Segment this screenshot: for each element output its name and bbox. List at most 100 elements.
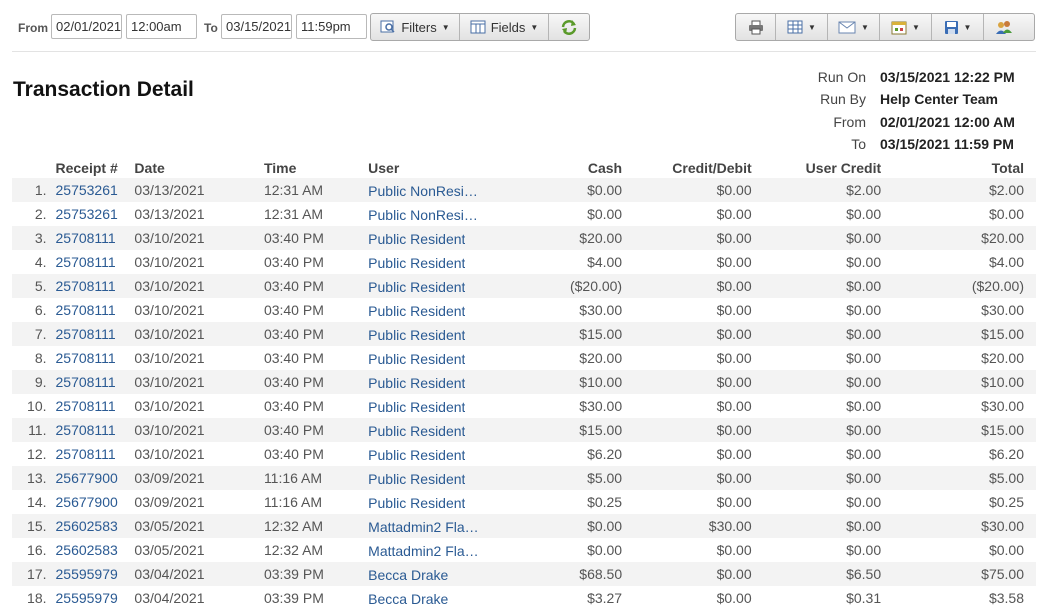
user-link[interactable]: Public Resident xyxy=(368,303,465,319)
fields-button[interactable]: Fields ▼ xyxy=(460,14,549,40)
user-link[interactable]: Becca Drake xyxy=(368,591,448,607)
table-row: 8. 25708111 03/10/2021 03:40 PM Public Resid… xyxy=(12,346,1036,370)
user-credit-cell: $0.00 xyxy=(751,274,882,298)
save-button[interactable]: ▼ xyxy=(932,14,984,40)
col-header-total[interactable]: Total xyxy=(881,154,1036,178)
date-cell: 03/09/2021 xyxy=(134,494,205,510)
credit-debit-cell: $0.00 xyxy=(716,542,752,558)
user-link[interactable]: Mattadmin2 Flanders xyxy=(368,519,481,535)
row-index: 16. xyxy=(27,542,47,558)
refresh-button[interactable] xyxy=(549,14,589,40)
filters-button[interactable]: Filters ▼ xyxy=(371,14,460,40)
receipt-link[interactable]: 25753261 xyxy=(56,206,118,222)
receipt-cell: 25753261 xyxy=(55,178,135,202)
table-row: 11. 25708111 03/10/2021 03:40 PM Public Resi… xyxy=(12,418,1036,442)
receipt-link[interactable]: 25708111 xyxy=(56,254,116,270)
receipt-link[interactable]: 25708111 xyxy=(56,422,116,438)
receipt-link[interactable]: 25595979 xyxy=(56,590,118,606)
date-cell: 03/13/2021 xyxy=(134,206,205,222)
from-date-input[interactable]: 02/01/2021 xyxy=(51,14,122,39)
user-link[interactable]: Public Resident xyxy=(368,375,465,391)
receipt-link[interactable]: 25602583 xyxy=(56,542,118,558)
table-row: 4. 25708111 03/10/2021 03:40 PM Public Resid… xyxy=(12,250,1036,274)
total-cell: $30.00 xyxy=(981,398,1024,414)
user-credit-cell: $0.00 xyxy=(846,302,882,318)
schedule-button[interactable]: ▼ xyxy=(880,14,932,40)
receipt-link[interactable]: 25595979 xyxy=(56,566,118,582)
user-cell: Public Resident xyxy=(368,490,494,514)
user-link[interactable]: Public Resident xyxy=(368,279,465,295)
user-cell: Public NonResident xyxy=(368,178,495,202)
user-link[interactable]: Public NonResident xyxy=(368,207,481,223)
col-header-credit-debit[interactable]: Credit/Debit xyxy=(622,154,751,178)
user-cell: Public Resident xyxy=(368,250,494,274)
receipt-link[interactable]: 25708111 xyxy=(56,326,116,342)
email-button[interactable]: ▼ xyxy=(828,14,880,40)
time-cell: 11:16 AM xyxy=(263,466,369,490)
receipt-cell: 25708111 xyxy=(56,394,135,418)
receipt-link[interactable]: 25677900 xyxy=(56,494,118,510)
user-credit-cell: $0.00 xyxy=(751,322,882,346)
meta-value: Help Center Team xyxy=(880,91,998,108)
cash-cell: $20.00 xyxy=(494,226,623,250)
table-row: 9. 25708111 03/10/2021 03:40 PM Public Resid… xyxy=(12,370,1036,394)
row-index: 10. xyxy=(27,398,47,414)
print-button[interactable] xyxy=(736,14,776,40)
table-header-row: Receipt # Date Time User Cash Credit/Deb… xyxy=(12,154,1036,178)
credit-debit-cell: $0.00 xyxy=(716,302,752,318)
user-link[interactable]: Public Resident xyxy=(368,255,465,271)
cash-cell: $0.00 xyxy=(494,178,623,202)
row-index: 17. xyxy=(12,562,56,586)
cash-cell: $15.00 xyxy=(494,322,623,346)
receipt-link[interactable]: 25708111 xyxy=(56,230,116,246)
cash-cell: $5.00 xyxy=(494,466,623,490)
user-link[interactable]: Public Resident xyxy=(368,399,465,415)
date-cell: 03/10/2021 xyxy=(134,398,205,414)
user-link[interactable]: Public Resident xyxy=(368,471,465,487)
table-row: 18. 25595979 03/04/2021 03:39 PM Becca Drake… xyxy=(12,586,1036,610)
user-cell: Public Resident xyxy=(368,370,495,394)
receipt-link[interactable]: 25677900 xyxy=(56,470,118,486)
col-header-user-credit[interactable]: User Credit xyxy=(752,154,881,178)
user-link[interactable]: Public Resident xyxy=(368,351,465,367)
receipt-link[interactable]: 25708111 xyxy=(56,374,116,390)
receipt-link[interactable]: 25602583 xyxy=(56,518,118,534)
col-header-date[interactable]: Date xyxy=(134,154,264,178)
user-link[interactable]: Mattadmin2 Flanders xyxy=(368,543,481,559)
user-credit-cell: $0.00 xyxy=(846,206,882,222)
from-time-input[interactable]: 12:00am xyxy=(126,14,197,39)
total-cell: $10.00 xyxy=(881,370,1036,394)
user-link[interactable]: Public Resident xyxy=(368,495,465,511)
time-cell: 12:32 AM xyxy=(263,542,324,558)
user-link[interactable]: Becca Drake xyxy=(368,567,448,583)
user-link[interactable]: Public Resident xyxy=(368,423,465,439)
receipt-link[interactable]: 25708111 xyxy=(56,350,116,366)
to-date-input[interactable]: 03/15/2021 xyxy=(221,14,292,39)
meta-value: 03/15/2021 11:59 PM xyxy=(880,136,1014,153)
col-header-user[interactable]: User xyxy=(368,154,494,178)
row-index: 6. xyxy=(34,302,47,318)
meta-key: Run On xyxy=(817,69,866,86)
receipt-link[interactable]: 25708111 xyxy=(56,278,116,294)
receipt-link[interactable]: 25708111 xyxy=(56,398,116,414)
user-link[interactable]: Public NonResident xyxy=(368,183,481,199)
user-link[interactable]: Public Resident xyxy=(368,447,465,463)
time-cell: 12:31 AM xyxy=(263,206,324,222)
receipt-link[interactable]: 25708111 xyxy=(56,302,116,318)
share-button[interactable] xyxy=(984,14,1024,40)
chevron-down-icon: ▼ xyxy=(912,22,920,32)
table-row: 10. 25708111 03/10/2021 03:40 PM Public Resi… xyxy=(12,394,1036,418)
table-view-button[interactable]: ▼ xyxy=(776,14,828,40)
col-header-receipt[interactable]: Receipt # xyxy=(56,154,135,178)
time-cell: 03:40 PM xyxy=(263,350,324,366)
receipt-link[interactable]: 25708111 xyxy=(56,446,116,462)
user-link[interactable]: Public Resident xyxy=(368,327,465,343)
to-time-input[interactable]: 11:59pm xyxy=(296,14,367,39)
col-header-time[interactable]: Time xyxy=(264,154,368,178)
receipt-cell: 25708111 xyxy=(56,298,135,322)
user-link[interactable]: Public Resident xyxy=(368,231,465,247)
total-cell: $0.00 xyxy=(988,206,1024,222)
user-credit-cell: $0.00 xyxy=(751,466,882,490)
receipt-link[interactable]: 25753261 xyxy=(56,182,118,198)
col-header-cash[interactable]: Cash xyxy=(495,154,622,178)
